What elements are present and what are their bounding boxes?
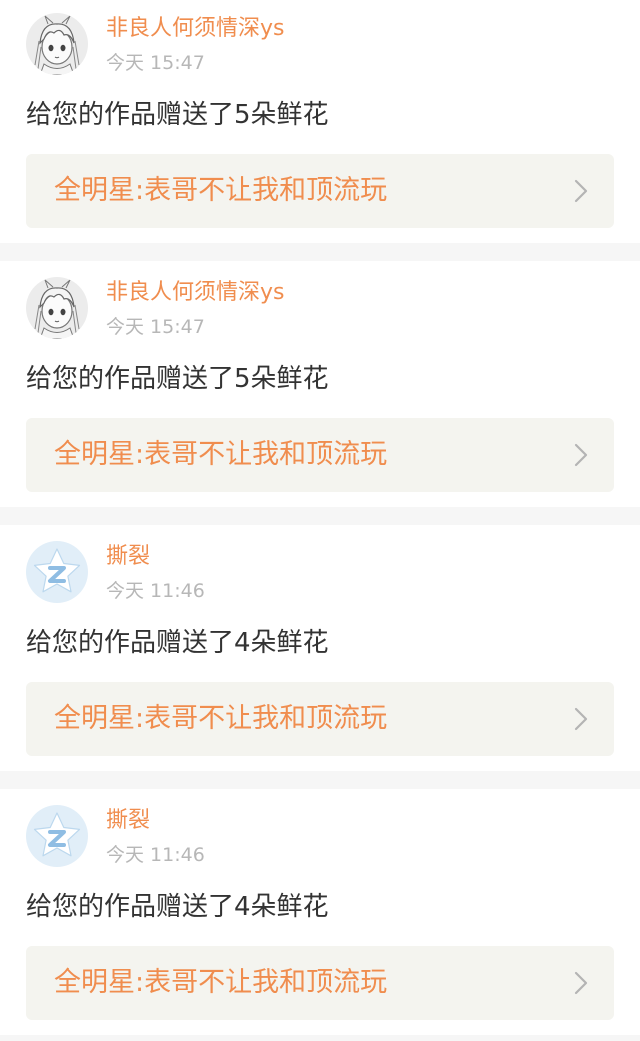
work-link[interactable]: 全明星:表哥不让我和顶流玩 <box>26 946 614 1020</box>
chevron-right-icon <box>574 707 588 731</box>
notification-card: 非良人何须情深ys 今天 15:47 给您的作品赠送了5朵鲜花 全明星:表哥不让… <box>0 0 640 243</box>
notification-card: 撕裂 今天 11:46 给您的作品赠送了4朵鲜花 全明星:表哥不让我和顶流玩 <box>0 789 640 1035</box>
notification-feed: 非良人何须情深ys 今天 15:47 给您的作品赠送了5朵鲜花 全明星:表哥不让… <box>0 0 640 1041</box>
gift-message: 给您的作品赠送了4朵鲜花 <box>26 628 329 658</box>
anime-girl-sketch-avatar[interactable] <box>26 277 88 339</box>
work-link[interactable]: 全明星:表哥不让我和顶流玩 <box>26 682 614 756</box>
chevron-right-icon <box>574 179 588 203</box>
gift-message: 给您的作品赠送了4朵鲜花 <box>26 892 329 922</box>
avatar-image <box>26 805 88 867</box>
work-title: 全明星:表哥不让我和顶流玩 <box>54 967 388 998</box>
anime-girl-sketch-avatar[interactable] <box>26 13 88 75</box>
timestamp: 今天 11:46 <box>106 844 205 866</box>
notification-card: 撕裂 今天 11:46 给您的作品赠送了4朵鲜花 全明星:表哥不让我和顶流玩 <box>0 525 640 771</box>
avatar-image <box>26 277 88 339</box>
work-title: 全明星:表哥不让我和顶流玩 <box>54 703 388 734</box>
username[interactable]: 撕裂 <box>106 805 150 837</box>
avatar-image <box>26 13 88 75</box>
avatar-image <box>26 541 88 603</box>
timestamp: 今天 15:47 <box>106 316 205 338</box>
timestamp: 今天 15:47 <box>106 52 205 74</box>
gift-message: 给您的作品赠送了5朵鲜花 <box>26 364 329 394</box>
timestamp: 今天 11:46 <box>106 580 205 602</box>
work-title: 全明星:表哥不让我和顶流玩 <box>54 439 388 470</box>
work-link[interactable]: 全明星:表哥不让我和顶流玩 <box>26 154 614 228</box>
default-star-avatar[interactable] <box>26 541 88 603</box>
chevron-right-icon <box>574 971 588 995</box>
username[interactable]: 非良人何须情深ys <box>106 277 284 309</box>
gift-message: 给您的作品赠送了5朵鲜花 <box>26 100 329 130</box>
work-link[interactable]: 全明星:表哥不让我和顶流玩 <box>26 418 614 492</box>
username[interactable]: 撕裂 <box>106 541 150 573</box>
notification-card: 非良人何须情深ys 今天 15:47 给您的作品赠送了5朵鲜花 全明星:表哥不让… <box>0 261 640 507</box>
chevron-right-icon <box>574 443 588 467</box>
work-title: 全明星:表哥不让我和顶流玩 <box>54 175 388 206</box>
username[interactable]: 非良人何须情深ys <box>106 13 284 45</box>
default-star-avatar[interactable] <box>26 805 88 867</box>
